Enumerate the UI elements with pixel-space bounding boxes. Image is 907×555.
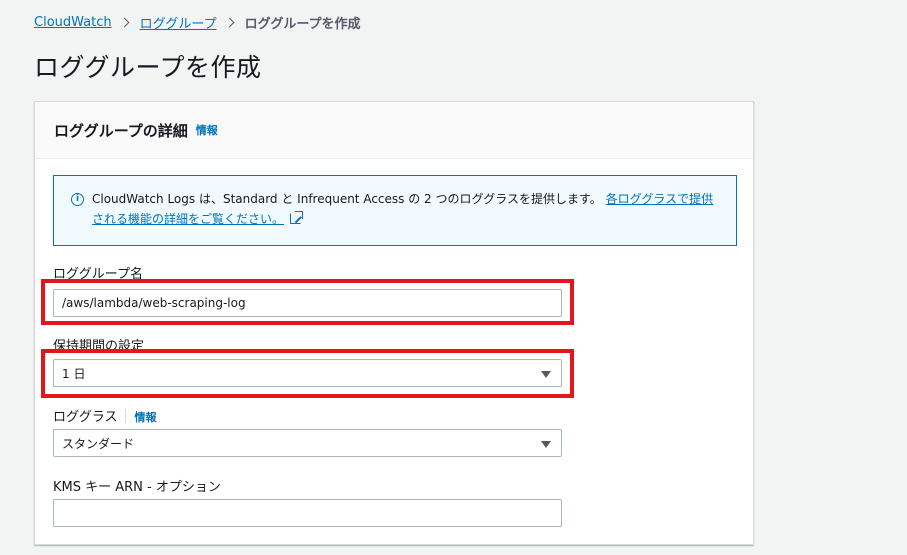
log-class-label-row: ロググラス 情報 <box>53 406 156 425</box>
label-divider <box>125 409 127 423</box>
breadcrumb: CloudWatch ロググループ ロググループを作成 <box>34 13 361 32</box>
log-group-name-label: ロググループ名 <box>53 267 143 282</box>
retention-label: 保持期間の設定 <box>53 339 145 354</box>
alert-link-line2: される機能の詳細をご覧ください。 <box>92 212 285 226</box>
chevron-right-icon <box>224 17 235 28</box>
log-class-info-link[interactable]: 情報 <box>134 411 156 424</box>
log-class-label: ロググラス <box>53 410 118 425</box>
retention-select[interactable]: 1 日 <box>53 359 562 387</box>
breadcrumb-current: ロググループを作成 <box>244 17 361 32</box>
info-link[interactable]: 情報 <box>196 122 218 138</box>
log-class-value: スタンダード <box>62 436 135 451</box>
alert-link-line1: 各ロググラスで提供 <box>605 192 714 206</box>
chevron-right-icon <box>119 17 130 28</box>
panel-title: ロググループの詳細 <box>54 121 188 140</box>
breadcrumb-log-groups-link[interactable]: ロググループ <box>140 13 217 32</box>
info-icon: i <box>71 193 84 206</box>
retention-value: 1 日 <box>62 366 86 381</box>
page-title: ロググループを作成 <box>34 53 262 82</box>
log-class-select[interactable]: スタンダード <box>53 429 562 457</box>
kms-key-label: KMS キー ARN - オプション <box>53 480 221 495</box>
external-link-icon[interactable] <box>290 211 304 224</box>
panel-header: ロググループの詳細 情報 <box>35 102 753 159</box>
caret-down-icon <box>541 441 551 448</box>
kms-key-input[interactable] <box>53 499 562 527</box>
alert-text: CloudWatch Logs は、Standard と Infrequent … <box>92 192 602 206</box>
log-group-name-input[interactable] <box>53 289 562 317</box>
log-group-details-panel: ロググループの詳細 情報 i CloudWatch Logs は、Standar… <box>34 101 754 545</box>
caret-down-icon <box>541 371 551 378</box>
info-alert: i CloudWatch Logs は、Standard と Infrequen… <box>53 175 737 246</box>
breadcrumb-cloudwatch-link[interactable]: CloudWatch <box>34 15 112 30</box>
